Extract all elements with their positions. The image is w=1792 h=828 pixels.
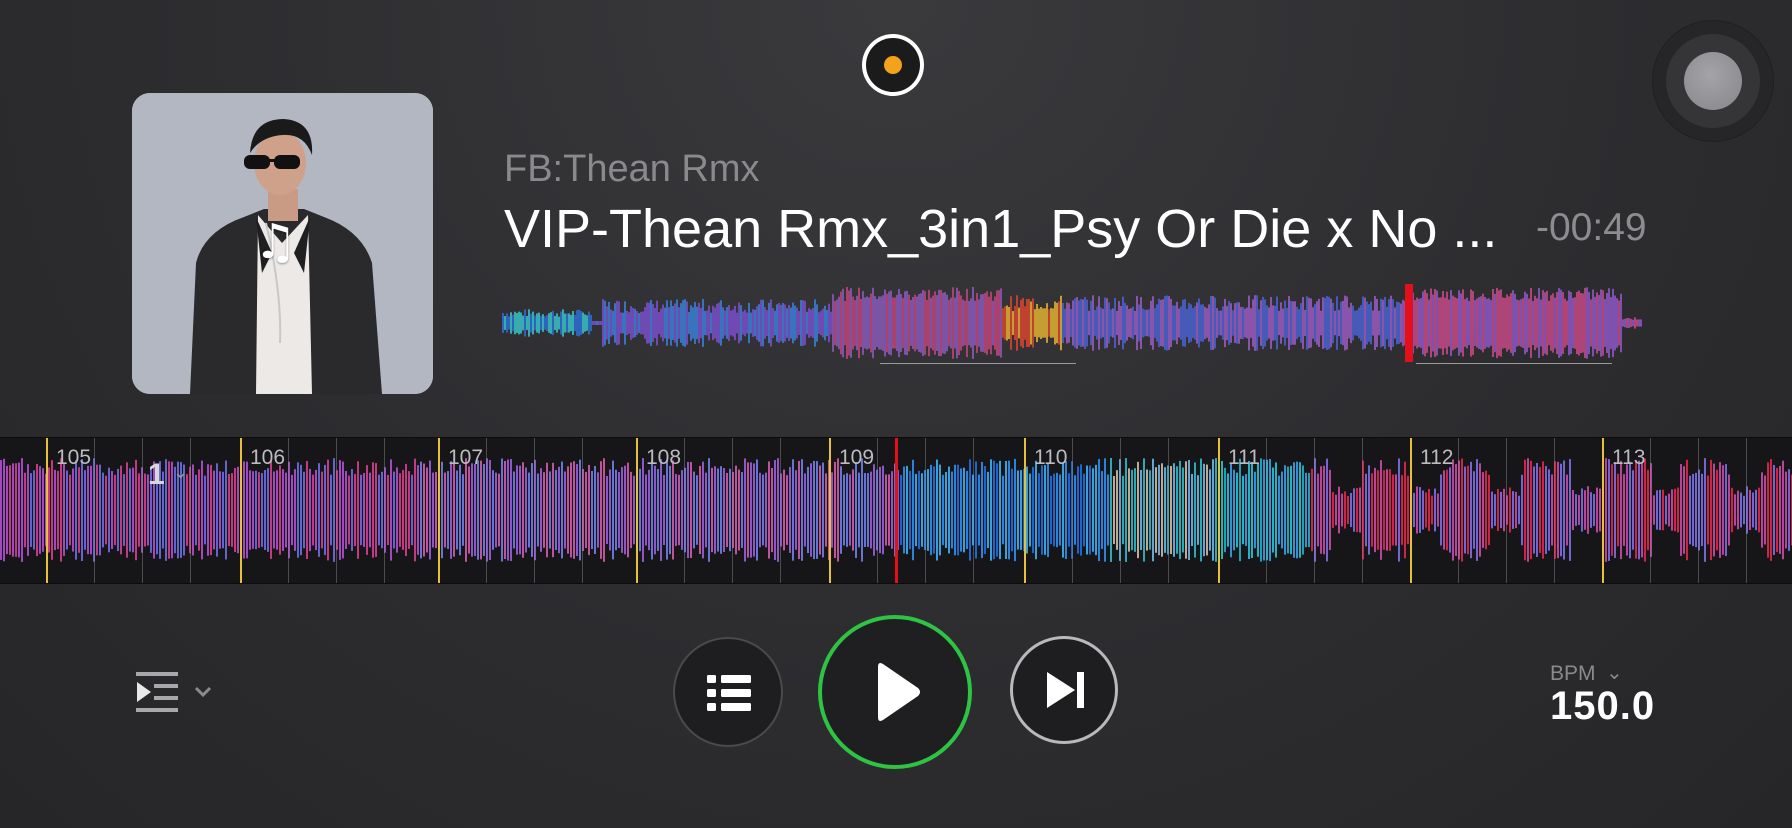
loop-region-line: [880, 363, 1076, 364]
record-indicator-icon[interactable]: [862, 34, 924, 96]
beat-marker-label: 110: [1034, 446, 1068, 469]
main-waveform[interactable]: 105 106 107 108 109 110 111 112 113 1 ⌄: [0, 437, 1792, 584]
track-list-button[interactable]: [673, 637, 783, 747]
chevron-down-icon[interactable]: ⌄: [1606, 660, 1623, 685]
chevron-down-icon[interactable]: ⌄: [173, 462, 188, 483]
play-icon: [878, 663, 920, 721]
queue-mode-selector[interactable]: [134, 670, 216, 714]
overview-playhead[interactable]: [1405, 284, 1413, 362]
loop-region-line: [1416, 363, 1612, 364]
overview-waveform[interactable]: [502, 282, 1660, 364]
beat-marker-label: 108: [646, 446, 682, 469]
play-button[interactable]: [818, 615, 972, 769]
beat-marker-label: 111: [1228, 446, 1260, 469]
bpm-value[interactable]: 150.0: [1550, 684, 1655, 729]
player-screen: ♫ FB:Thean Rmx VIP-Thean Rmx_3in1_Psy Or…: [0, 0, 1792, 828]
list-icon: [707, 675, 751, 711]
beat-marker-label: 105: [56, 446, 92, 469]
skip-next-icon: [1047, 672, 1084, 708]
time-remaining: -00:49: [1536, 206, 1647, 249]
track-artist: FB:Thean Rmx: [504, 148, 760, 190]
beat-marker-label: 112: [1420, 446, 1454, 469]
queue-play-icon: [136, 672, 212, 712]
beat-marker-label: 107: [448, 446, 484, 469]
bpm-label[interactable]: BPM: [1550, 662, 1596, 686]
beat-marker-label: 109: [839, 446, 875, 469]
music-note-icon: ♫: [254, 214, 298, 270]
beat-marker-label: 106: [250, 446, 286, 469]
beat-marker-label: 113: [1612, 446, 1646, 469]
track-title: VIP-Thean Rmx_3in1_Psy Or Die x No ...: [504, 199, 1494, 259]
hot-cue-label[interactable]: 1: [148, 458, 165, 492]
playhead: [895, 438, 898, 583]
skip-next-button[interactable]: [1010, 636, 1118, 744]
jog-knob-icon[interactable]: [1652, 20, 1774, 142]
